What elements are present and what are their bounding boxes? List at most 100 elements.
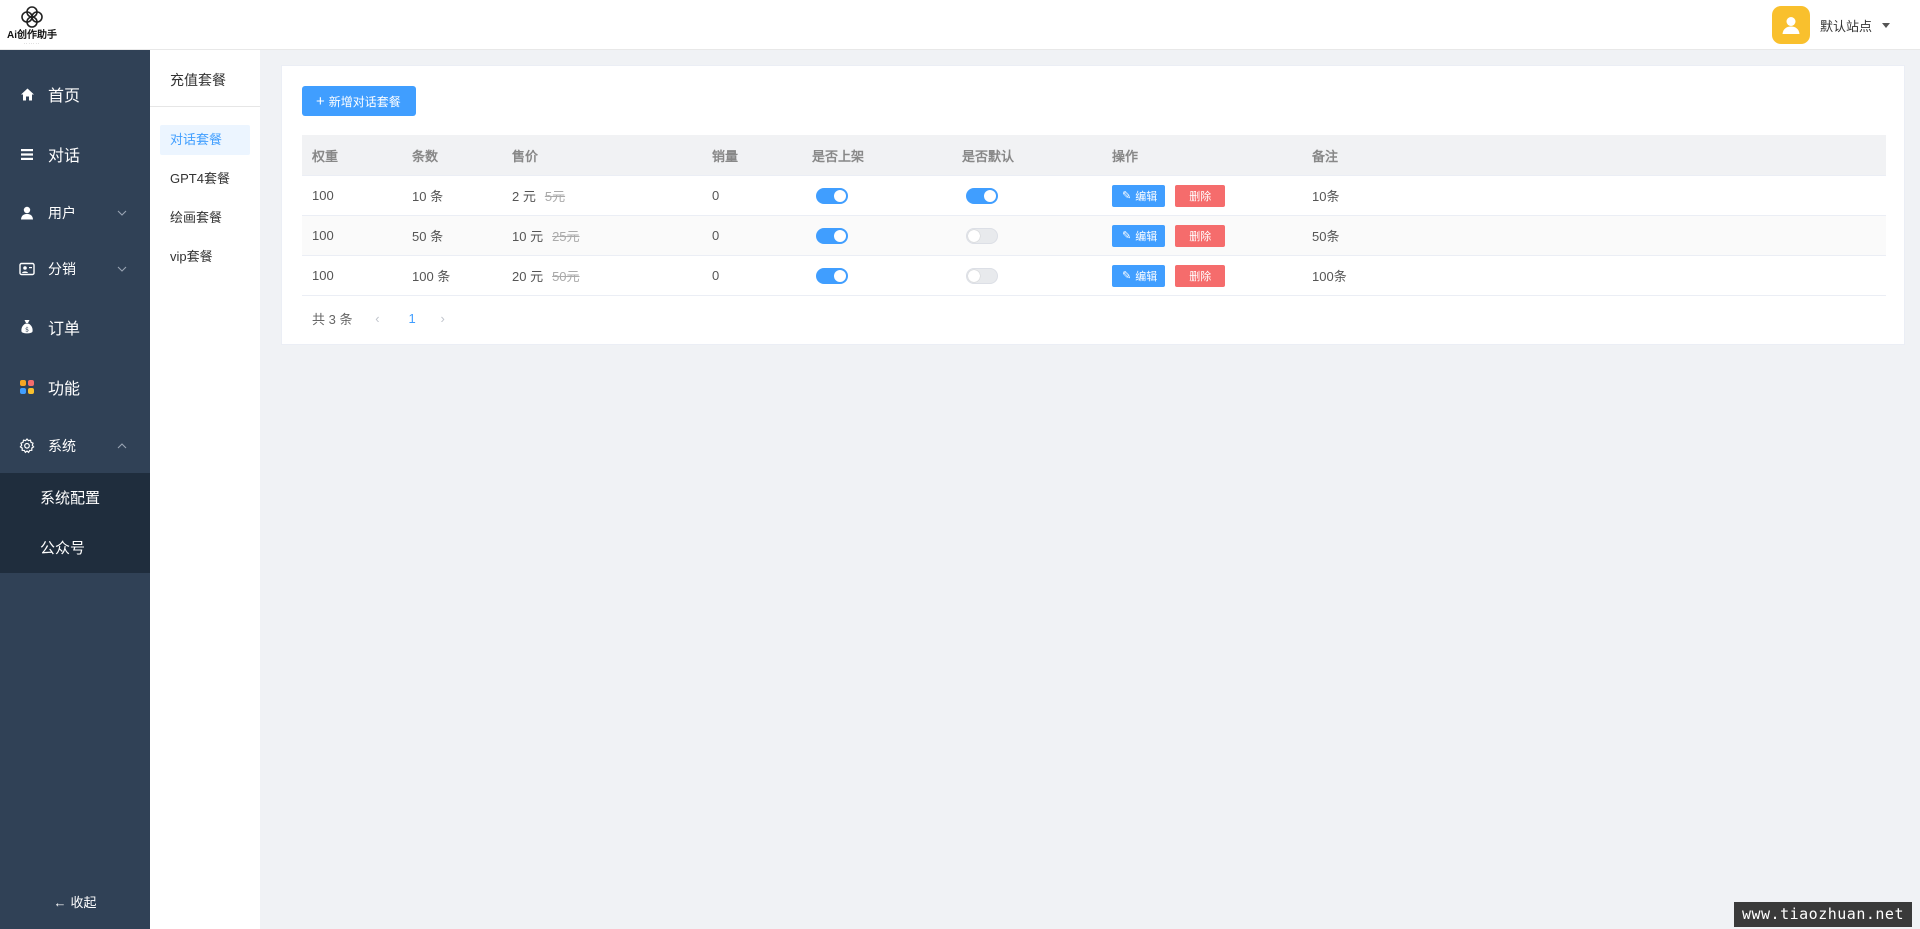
cell-default bbox=[962, 256, 998, 295]
cell-sales: 0 bbox=[712, 188, 720, 203]
sidebar-item-home[interactable]: 首页 bbox=[0, 74, 150, 114]
collapse-label: 收起 bbox=[70, 895, 97, 910]
cell-note: 10条 bbox=[1312, 189, 1340, 204]
pencil-icon: ✎ bbox=[1122, 270, 1132, 282]
price-original: 5元 bbox=[544, 189, 566, 204]
cell-note: 50条 bbox=[1312, 229, 1340, 244]
cell-price: 20 元 50元 bbox=[512, 256, 580, 295]
package-tab-vip[interactable]: vip套餐 bbox=[160, 242, 250, 272]
column-header-on-sale: 是否上架 bbox=[812, 148, 865, 164]
price-original: 25元 bbox=[552, 229, 580, 244]
on-sale-toggle[interactable] bbox=[816, 227, 848, 244]
home-icon bbox=[19, 86, 35, 102]
svg-text:$: $ bbox=[25, 327, 29, 334]
chevron-left-icon[interactable]: ‹ bbox=[366, 311, 388, 326]
delete-button[interactable]: 删除 bbox=[1175, 184, 1226, 207]
money-bag-icon: $ bbox=[19, 319, 35, 335]
sidebar-subitem-official-account[interactable]: 公众号 bbox=[40, 537, 85, 558]
sidebar-item-label: 系统 bbox=[48, 438, 76, 454]
gear-icon bbox=[19, 438, 35, 454]
logo-knot-icon bbox=[21, 6, 43, 28]
column-header-price: 售价 bbox=[512, 148, 539, 164]
edit-button[interactable]: ✎ 编辑 bbox=[1112, 184, 1166, 207]
cell-count: 10 条 bbox=[412, 189, 444, 204]
top-header: Ai创作助手 ······· 默认站点 bbox=[0, 0, 1920, 50]
price-current: 20 元 bbox=[512, 269, 544, 284]
package-tab-drawing[interactable]: 绘画套餐 bbox=[160, 203, 250, 233]
column-header-default: 是否默认 bbox=[962, 148, 1015, 164]
on-sale-toggle[interactable] bbox=[816, 187, 848, 204]
cell-note: 100条 bbox=[1312, 269, 1347, 284]
package-table: 权重 条数 售价 销量 是否上架 是否默认 操作 备注 100 10 条 2 元… bbox=[302, 135, 1886, 296]
delete-button[interactable]: 删除 bbox=[1175, 224, 1226, 247]
default-toggle[interactable] bbox=[966, 227, 998, 244]
sidebar-item-orders[interactable]: $ 订单 bbox=[0, 307, 150, 347]
pencil-icon: ✎ bbox=[1122, 190, 1132, 202]
pencil-icon: ✎ bbox=[1122, 230, 1132, 242]
avatar[interactable] bbox=[1771, 6, 1810, 44]
pagination: 共 3 条 ‹ 1 › bbox=[312, 306, 454, 330]
add-package-label: 新增对话套餐 bbox=[328, 94, 401, 109]
price-current: 10 元 bbox=[512, 229, 544, 244]
add-package-button[interactable]: + 新增对话套餐 bbox=[302, 86, 416, 116]
toggle-knob bbox=[968, 269, 980, 282]
toggle-knob bbox=[834, 269, 846, 282]
cell-weight: 100 bbox=[312, 228, 334, 243]
edit-label: 编辑 bbox=[1135, 190, 1158, 203]
collapse-button[interactable]: ← 收起 bbox=[0, 892, 150, 911]
toggle-knob bbox=[968, 229, 980, 242]
user-icon bbox=[19, 205, 35, 221]
sidebar: 首页 对话 用户 分销 $ 订单 功能 系统 系统配置 公众号 ← 收起 bbox=[0, 50, 150, 929]
cell-count: 100 条 bbox=[412, 269, 451, 284]
cell-weight: 100 bbox=[312, 188, 334, 203]
cell-weight: 100 bbox=[312, 268, 334, 283]
default-toggle[interactable] bbox=[966, 187, 998, 204]
package-tab-chat[interactable]: 对话套餐 bbox=[160, 125, 250, 155]
column-header-weight: 权重 bbox=[312, 148, 339, 164]
cell-price: 2 元 5元 bbox=[512, 176, 565, 215]
toggle-knob bbox=[984, 189, 996, 202]
sidebar-subitem-system-config[interactable]: 系统配置 bbox=[40, 487, 100, 508]
list-icon bbox=[19, 146, 35, 162]
app-logo[interactable]: Ai创作助手 ······· bbox=[6, 4, 58, 46]
cell-default bbox=[962, 216, 998, 255]
on-sale-toggle[interactable] bbox=[816, 267, 848, 284]
toggle-knob bbox=[834, 229, 846, 242]
site-switcher[interactable]: 默认站点 bbox=[1771, 6, 1890, 44]
sidebar-item-features[interactable]: 功能 bbox=[0, 367, 150, 407]
edit-label: 编辑 bbox=[1135, 270, 1158, 283]
table-row: 100 10 条 2 元 5元 0 ✎ 编辑 删除 10条 bbox=[302, 176, 1886, 216]
chevron-up-icon bbox=[117, 443, 127, 449]
menu-divider bbox=[150, 106, 260, 107]
chevron-right-icon[interactable]: › bbox=[432, 311, 454, 326]
package-list-card: + 新增对话套餐 权重 条数 售价 销量 是否上架 是否默认 操作 备注 100… bbox=[281, 65, 1905, 345]
chevron-down-icon bbox=[117, 266, 127, 272]
sidebar-item-chat[interactable]: 对话 bbox=[0, 134, 150, 174]
sidebar-item-system[interactable]: 系统 bbox=[0, 426, 150, 466]
cell-sales: 0 bbox=[712, 268, 720, 283]
sidebar-item-users[interactable]: 用户 bbox=[0, 193, 150, 233]
sidebar-item-label: 用户 bbox=[48, 205, 76, 221]
page-number[interactable]: 1 bbox=[408, 311, 415, 326]
apps-icon bbox=[19, 379, 35, 395]
package-tab-gpt4[interactable]: GPT4套餐 bbox=[160, 164, 250, 194]
default-toggle[interactable] bbox=[966, 267, 998, 284]
column-header-count: 条数 bbox=[412, 148, 439, 164]
edit-button[interactable]: ✎ 编辑 bbox=[1112, 224, 1166, 247]
sidebar-item-label: 对话 bbox=[48, 148, 81, 165]
table-header: 权重 条数 售价 销量 是否上架 是否默认 操作 备注 bbox=[302, 135, 1886, 176]
logo-tagline-mark: ······· bbox=[23, 41, 41, 46]
sidebar-item-distribution[interactable]: 分销 bbox=[0, 249, 150, 289]
column-header-note: 备注 bbox=[1312, 148, 1339, 164]
price-original: 50元 bbox=[552, 269, 580, 284]
edit-button[interactable]: ✎ 编辑 bbox=[1112, 264, 1166, 287]
plus-icon: + bbox=[316, 92, 325, 110]
user-avatar-icon bbox=[1782, 17, 1800, 34]
delete-button[interactable]: 删除 bbox=[1175, 264, 1226, 287]
toggle-knob bbox=[834, 189, 846, 202]
cell-on-sale bbox=[812, 256, 848, 295]
cell-actions: ✎ 编辑 删除 bbox=[1112, 256, 1226, 295]
cell-actions: ✎ 编辑 删除 bbox=[1112, 176, 1226, 215]
cell-actions: ✎ 编辑 删除 bbox=[1112, 216, 1226, 255]
arrow-left-icon: ← bbox=[53, 895, 67, 910]
